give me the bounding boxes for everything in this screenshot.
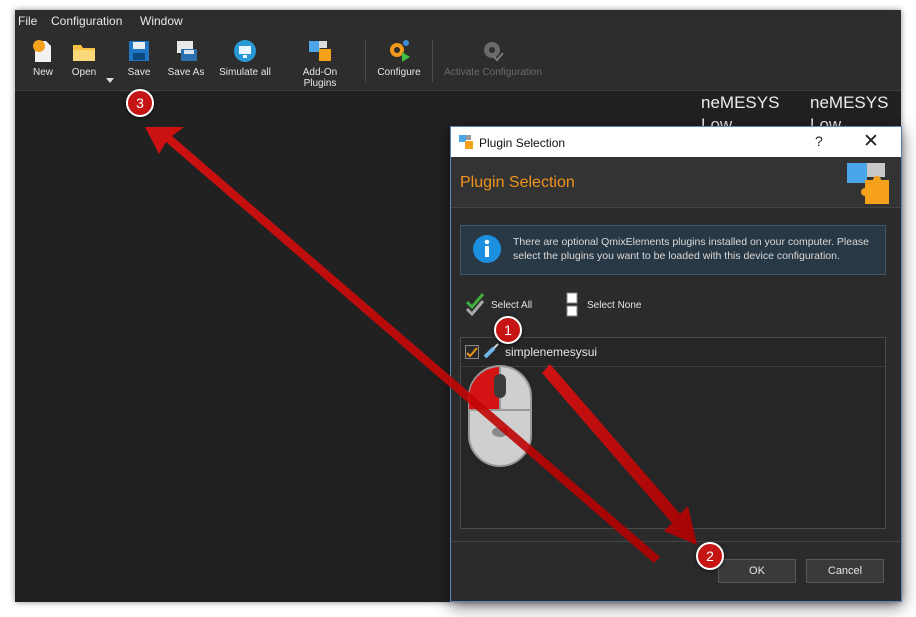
annotation-marker-1: 1 [494,316,522,344]
annotation-marker-3: 3 [126,89,154,117]
annotation-marker-2: 2 [696,542,724,570]
arrow-to-ok [542,364,697,545]
arrow-to-save [145,127,660,563]
